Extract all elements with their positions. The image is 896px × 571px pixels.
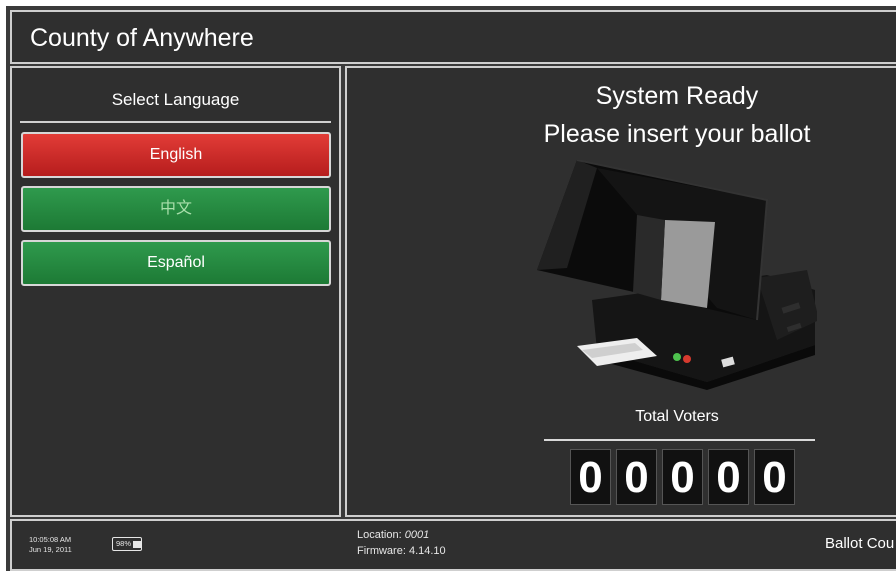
insert-ballot-prompt: Please insert your ballot <box>543 120 811 148</box>
voting-terminal-screen: County of Anywhere Select Language Engli… <box>6 6 896 571</box>
counter-digit: 0 <box>754 449 795 505</box>
battery-plugged-icon: 98% <box>112 537 142 551</box>
plug-icon <box>133 541 142 548</box>
total-voters-rule <box>544 439 815 441</box>
clock: 10:05:08 AM Jun 19, 2011 <box>29 535 72 555</box>
device-info: Location: 0001 Firmware: 4.14.10 <box>357 527 446 559</box>
counter-digit: 0 <box>570 449 611 505</box>
ballot-count-label: Ballot Cou <box>825 535 895 552</box>
counter-digit: 0 <box>662 449 703 505</box>
firmware-label: Firmware: <box>357 545 406 557</box>
firmware-line: Firmware: 4.14.10 <box>357 543 446 559</box>
footer-bar: 10:05:08 AM Jun 19, 2011 98% Location: 0… <box>10 519 896 571</box>
counter-digit: 0 <box>708 449 749 505</box>
system-ready-text: System Ready <box>595 82 759 110</box>
firmware-value: 4.14.10 <box>408 545 446 557</box>
counter-digit: 0 <box>616 449 657 505</box>
header-bar: County of Anywhere <box>10 10 896 64</box>
clock-time: 10:05:08 AM <box>29 535 72 544</box>
clock-date: Jun 19, 2011 <box>29 545 72 554</box>
location-line: Location: 0001 <box>357 527 446 543</box>
county-title: County of Anywhere <box>30 24 254 52</box>
ballot-scanner-machine-icon <box>537 160 817 390</box>
status-panel: System Ready Please insert your ballot T… <box>345 66 896 517</box>
total-voters-label: Total Voters <box>635 408 719 425</box>
language-divider <box>20 121 331 123</box>
battery-level: 98% <box>116 539 132 548</box>
chinese-language-button[interactable]: 中文 <box>21 186 331 232</box>
location-value: 0001 <box>404 529 430 541</box>
spanish-language-button[interactable]: Español <box>21 240 331 286</box>
select-language-heading: Select Language <box>111 90 240 109</box>
location-label: Location: <box>357 529 402 541</box>
language-panel: Select Language English 中文 Español <box>10 66 341 517</box>
english-language-button[interactable]: English <box>21 132 331 178</box>
